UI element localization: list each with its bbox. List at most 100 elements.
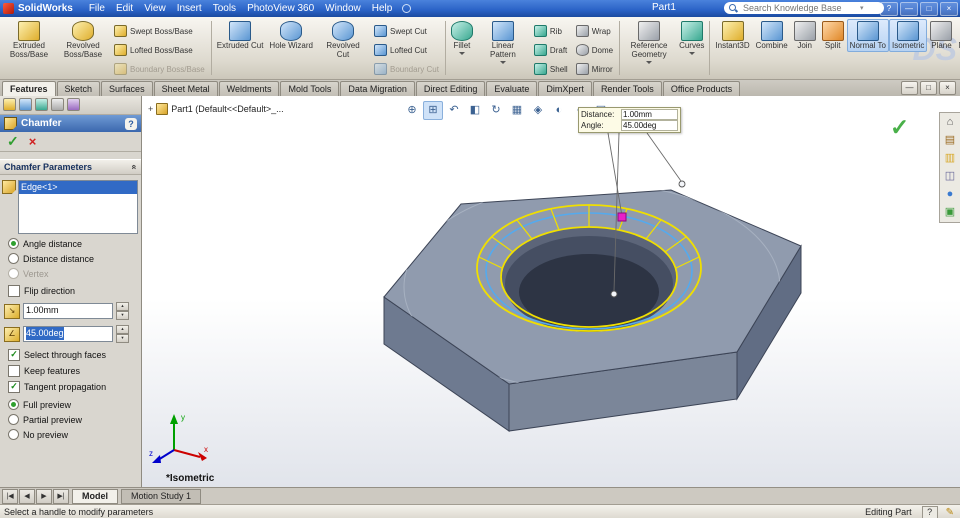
tab-weldments[interactable]: Weldments bbox=[218, 81, 280, 96]
next-tab-icon[interactable]: ▶ bbox=[36, 489, 52, 504]
plane-button[interactable]: Plane bbox=[927, 19, 955, 52]
combine-button[interactable]: Combine bbox=[753, 19, 791, 52]
angle-input[interactable]: 45.00deg bbox=[23, 326, 113, 342]
solidworks-resources-icon[interactable]: ⌂ bbox=[943, 116, 957, 129]
search-dropdown-icon[interactable]: ▾ bbox=[860, 4, 864, 12]
spin-up-icon[interactable]: ▲ bbox=[116, 302, 129, 311]
split-button[interactable]: Split bbox=[819, 19, 847, 52]
pin-menu-icon[interactable] bbox=[402, 4, 412, 13]
reference-geometry-button[interactable]: Reference Geometry bbox=[622, 19, 676, 65]
tab-dimxpert[interactable]: DimXpert bbox=[538, 81, 592, 96]
pm-help-button[interactable]: ? bbox=[125, 117, 137, 130]
chamfer-parameters-group-header[interactable]: Chamfer Parameters « bbox=[0, 159, 141, 175]
model-tab[interactable]: Model bbox=[72, 489, 118, 504]
dome-button[interactable]: Dome bbox=[572, 41, 617, 59]
tab-sheet-metal[interactable]: Sheet Metal bbox=[153, 81, 218, 96]
custom-properties-pencil-icon[interactable]: ✎ bbox=[946, 507, 954, 518]
menu-window[interactable]: Window bbox=[320, 2, 366, 15]
revolved-cut-button[interactable]: Revolved Cut bbox=[316, 19, 370, 61]
restore-button[interactable]: □ bbox=[920, 2, 938, 16]
spin-up-icon[interactable]: ▲ bbox=[116, 325, 129, 334]
help-button[interactable]: ? bbox=[880, 2, 898, 16]
file-explorer-icon[interactable]: ▥ bbox=[943, 152, 957, 165]
tab-evaluate[interactable]: Evaluate bbox=[486, 81, 538, 96]
shell-button[interactable]: Shell bbox=[530, 60, 572, 78]
menu-file[interactable]: File bbox=[84, 2, 110, 15]
doc-close-button[interactable]: × bbox=[939, 80, 956, 95]
status-help-button[interactable]: ? bbox=[921, 505, 938, 518]
previous-view-icon[interactable]: ↶ bbox=[444, 101, 464, 120]
drag-handle-point[interactable] bbox=[678, 180, 686, 188]
view-palette-icon[interactable]: ◫ bbox=[943, 170, 957, 183]
distance-distance-radio[interactable] bbox=[8, 253, 19, 264]
fillet-button[interactable]: Fillet bbox=[448, 19, 476, 56]
selected-edge-item[interactable]: Edge<1> bbox=[19, 181, 137, 194]
swept-cut-button[interactable]: Swept Cut bbox=[370, 22, 443, 40]
lofted-cut-button[interactable]: Lofted Cut bbox=[370, 41, 443, 59]
menu-edit[interactable]: Edit bbox=[111, 2, 138, 15]
dimxpert-manager-tab-icon[interactable] bbox=[51, 98, 64, 111]
keep-features-checkbox[interactable] bbox=[8, 365, 20, 377]
view-orientation-icon[interactable]: ▦ bbox=[507, 101, 527, 120]
no-preview-radio[interactable] bbox=[8, 429, 19, 440]
previous-tab-icon[interactable]: ◀ bbox=[19, 489, 35, 504]
select-through-faces-row[interactable]: ✓ Select through faces bbox=[8, 349, 141, 361]
collapse-chevron-icon[interactable]: « bbox=[129, 164, 139, 169]
confirmation-ok-icon[interactable]: ✓ bbox=[890, 114, 909, 141]
boundary-boss-button[interactable]: Boundary Boss/Base bbox=[110, 60, 209, 78]
callout-angle-value[interactable]: 45.00deg bbox=[621, 120, 678, 131]
menu-tools[interactable]: Tools bbox=[208, 2, 241, 15]
measure-button[interactable]: Measure bbox=[955, 19, 960, 52]
partial-preview-radio[interactable] bbox=[8, 414, 19, 425]
feature-tree-flyout[interactable]: + Part1 (Default<<Default>_... bbox=[148, 103, 284, 115]
partial-preview-row[interactable]: Partial preview bbox=[8, 414, 141, 425]
custom-properties-icon[interactable]: ▣ bbox=[943, 206, 957, 219]
motion-study-tab[interactable]: Motion Study 1 bbox=[121, 489, 202, 504]
extruded-boss-button[interactable]: Extruded Boss/Base bbox=[2, 19, 56, 61]
configuration-manager-tab-icon[interactable] bbox=[35, 98, 48, 111]
search-input[interactable] bbox=[741, 2, 857, 14]
dropdown-arrow-icon[interactable] bbox=[499, 60, 506, 64]
chamfer-drag-handle[interactable] bbox=[617, 212, 627, 222]
doc-minimize-button[interactable]: — bbox=[901, 80, 918, 95]
dropdown-arrow-icon[interactable] bbox=[688, 51, 695, 55]
knowledge-base-search[interactable]: ▾ bbox=[724, 2, 884, 14]
curves-button[interactable]: Curves bbox=[676, 19, 707, 56]
callout-distance-value[interactable]: 1.00mm bbox=[621, 109, 678, 120]
normal-to-button[interactable]: Normal To bbox=[846, 19, 889, 52]
boundary-cut-button[interactable]: Boundary Cut bbox=[370, 60, 443, 78]
lofted-boss-button[interactable]: Lofted Boss/Base bbox=[110, 41, 209, 59]
menu-view[interactable]: View bbox=[139, 2, 171, 15]
rib-button[interactable]: Rib bbox=[530, 22, 572, 40]
angle-distance-radio-row[interactable]: Angle distance bbox=[8, 238, 141, 249]
drag-handle-point[interactable] bbox=[610, 290, 618, 298]
section-view-icon[interactable]: ◧ bbox=[465, 101, 485, 120]
revolved-boss-button[interactable]: Revolved Boss/Base bbox=[56, 19, 110, 61]
full-preview-radio[interactable] bbox=[8, 399, 19, 410]
property-manager-tab-icon[interactable] bbox=[19, 98, 32, 111]
no-preview-row[interactable]: No preview bbox=[8, 429, 141, 440]
distance-distance-radio-row[interactable]: Distance distance bbox=[8, 253, 141, 264]
pm-ok-button[interactable]: ✓ bbox=[7, 133, 19, 150]
tab-sketch[interactable]: Sketch bbox=[56, 81, 101, 96]
tab-render-tools[interactable]: Render Tools bbox=[592, 81, 662, 96]
dropdown-arrow-icon[interactable] bbox=[646, 60, 653, 64]
spin-down-icon[interactable]: ▼ bbox=[116, 311, 129, 320]
zoom-to-area-icon[interactable]: ⊞ bbox=[423, 101, 443, 120]
tangent-propagation-checkbox[interactable]: ✓ bbox=[8, 381, 20, 393]
display-manager-tab-icon[interactable] bbox=[67, 98, 80, 111]
minimize-button[interactable]: — bbox=[900, 2, 918, 16]
extruded-cut-button[interactable]: Extruded Cut bbox=[214, 19, 267, 52]
tab-mold-tools[interactable]: Mold Tools bbox=[280, 81, 340, 96]
hide-show-items-icon[interactable]: ◐ bbox=[549, 101, 569, 120]
hole-wizard-button[interactable]: Hole Wizard bbox=[266, 19, 316, 52]
keep-features-row[interactable]: Keep features bbox=[8, 365, 141, 377]
graphics-viewport[interactable]: + Part1 (Default<<Default>_... ⊕ ⊞ ↶ ◧ ↻… bbox=[142, 96, 960, 487]
flip-direction-row[interactable]: Flip direction bbox=[8, 285, 141, 297]
wrap-button[interactable]: Wrap bbox=[572, 22, 617, 40]
join-button[interactable]: Join bbox=[791, 19, 819, 52]
linear-pattern-button[interactable]: Linear Pattern bbox=[476, 19, 530, 65]
zoom-to-fit-icon[interactable]: ⊕ bbox=[402, 101, 422, 120]
menu-help[interactable]: Help bbox=[367, 2, 398, 15]
doc-restore-button[interactable]: □ bbox=[920, 80, 937, 95]
